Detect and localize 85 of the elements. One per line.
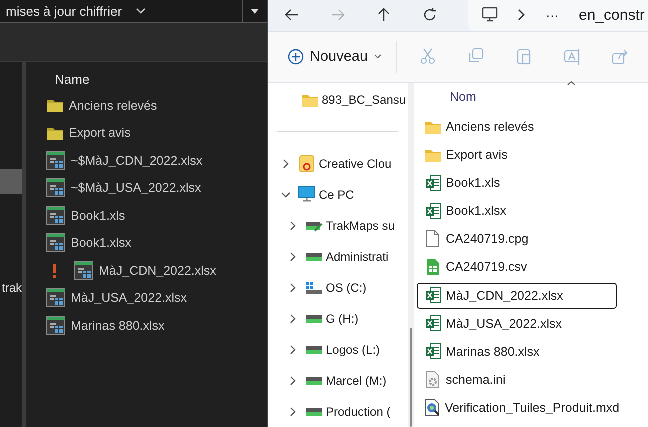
file-name[interactable]: Anciens relevés (69, 98, 158, 113)
file-row[interactable]: Anciens relevés (417, 114, 617, 140)
nav-item[interactable]: Creative Clou (319, 156, 392, 170)
nav-item[interactable]: Production ( (326, 404, 391, 418)
up-arrow-icon[interactable] (376, 7, 392, 24)
file-name[interactable]: MàJ_CDN_2022.xlsx (99, 264, 216, 278)
spreadsheet-icon (74, 260, 94, 281)
drive-icon (305, 250, 323, 262)
nav-item[interactable]: OS (C:) (326, 280, 367, 294)
sort-caret-icon[interactable] (567, 81, 576, 86)
file-row[interactable]: CA240719.cpg (417, 226, 617, 252)
spreadsheet-icon (46, 178, 66, 198)
nav-item[interactable]: 893_BC_Sansu (322, 93, 406, 107)
file-row[interactable]: schema.ini (417, 366, 617, 393)
file-row[interactable]: Verification_Tuiles_Produit.mxd (417, 394, 617, 421)
document-icon (426, 230, 440, 248)
file-name[interactable]: Book1.xlsx (71, 236, 132, 250)
breadcrumb-overflow[interactable]: ··· (546, 8, 559, 23)
nav-item[interactable]: Marcel (M:) (326, 374, 387, 388)
file-name[interactable]: Book1.xls (71, 208, 126, 223)
drive-icon (305, 406, 323, 418)
chevron-right-icon[interactable] (281, 158, 291, 168)
refresh-icon[interactable] (422, 7, 438, 24)
monitor-icon[interactable] (482, 7, 498, 24)
spreadsheet-icon (426, 258, 440, 276)
column-header[interactable]: Nom (450, 90, 476, 104)
settings-file-icon (426, 370, 440, 389)
chevron-down-icon (374, 54, 382, 60)
chevron-right-icon[interactable] (288, 406, 298, 416)
excel-icon (424, 174, 442, 192)
spreadsheet-icon (46, 206, 66, 226)
plus-icon (288, 48, 304, 65)
cloud-folder-icon (298, 154, 316, 172)
chevron-right-icon[interactable] (288, 344, 298, 354)
chevron-down-icon[interactable] (281, 190, 291, 200)
file-name[interactable]: ~$MàJ_USA_2022.xlsx (71, 181, 202, 196)
nav-item[interactable]: G (H:) (326, 312, 359, 326)
folder-icon (301, 92, 319, 108)
excel-icon (424, 287, 442, 304)
map-document-icon (424, 398, 441, 417)
drive-icon (305, 344, 323, 356)
file-row[interactable]: MàJ_CDN_2022.xlsx (417, 282, 617, 309)
chevron-right-icon[interactable] (288, 220, 298, 230)
excel-icon (424, 202, 442, 220)
breadcrumb-item[interactable]: en_constr (579, 6, 645, 24)
spreadsheet-icon (46, 150, 66, 171)
column-header[interactable]: Name (46, 68, 267, 92)
system-drive-icon (305, 280, 323, 294)
folder-icon (424, 148, 442, 163)
file-name[interactable]: Export avis (69, 126, 131, 140)
chevron-right-icon[interactable] (288, 252, 298, 262)
path-text: mises à jour chiffrier (6, 4, 122, 18)
excel-icon (424, 343, 442, 360)
spreadsheet-icon (46, 288, 66, 308)
nav-item[interactable]: TrakMaps su (326, 218, 395, 232)
scrollbar[interactable] (410, 328, 412, 427)
spreadsheet-icon (46, 316, 66, 336)
folder-icon (46, 98, 64, 114)
chevron-right-icon[interactable] (288, 376, 298, 386)
excel-icon (424, 315, 442, 332)
drive-icon (305, 374, 323, 386)
nav-item[interactable]: Ce PC (319, 188, 354, 202)
file-name[interactable]: ~$MàJ_CDN_2022.xlsx (71, 154, 203, 168)
file-row[interactable]: Export avis (417, 142, 617, 168)
drive-icon (305, 312, 323, 324)
new-button[interactable]: Nouveau (286, 44, 384, 69)
nav-item[interactable]: Logos (L:) (326, 342, 380, 356)
file-name[interactable]: MàJ_USA_2022.xlsx (71, 291, 188, 306)
sidebar-item[interactable]: trak (0, 276, 22, 301)
file-row[interactable]: Marinas 880.xlsx (417, 338, 617, 365)
folder-icon (46, 126, 64, 141)
file-row[interactable]: CA240719.csv (417, 254, 617, 280)
folder-icon (424, 120, 442, 134)
file-row[interactable]: Book1.xls (417, 170, 617, 196)
chevron-right-icon[interactable] (518, 9, 526, 22)
file-row[interactable]: Book1.xlsx (417, 198, 617, 224)
dropdown-arrow-icon[interactable] (251, 8, 259, 14)
file-name[interactable]: Marinas 880.xlsx (71, 318, 165, 333)
chevron-right-icon[interactable] (288, 314, 298, 324)
file-row[interactable]: MàJ_USA_2022.xlsx (417, 310, 617, 337)
monitor-icon (298, 186, 316, 203)
chevron-down-icon (136, 8, 146, 14)
chevron-right-icon[interactable] (288, 282, 298, 292)
nav-item[interactable]: Administrati (326, 250, 389, 264)
spreadsheet-icon (46, 233, 66, 254)
